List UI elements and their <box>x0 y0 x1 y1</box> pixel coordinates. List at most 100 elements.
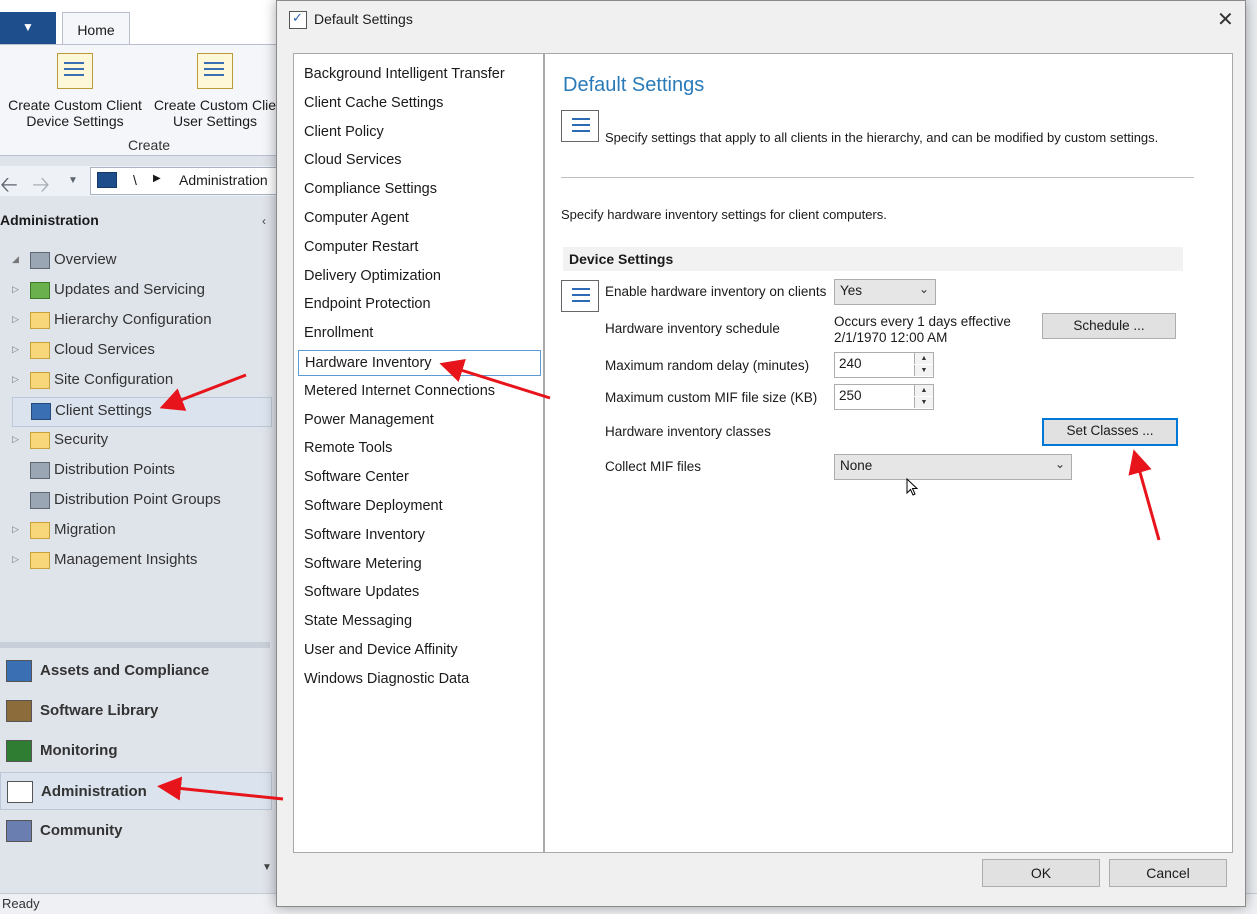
folder-icon <box>30 552 50 569</box>
ribbon: Create Custom Client Device Settings Cre… <box>0 44 290 156</box>
ok-button[interactable]: OK <box>982 859 1100 887</box>
tree-item[interactable]: ▷ Cloud Services <box>12 337 270 365</box>
cancel-button[interactable]: Cancel <box>1109 859 1227 887</box>
workspace-administration[interactable]: Administration <box>0 772 272 810</box>
address-separator: \ <box>133 172 137 188</box>
tree-item[interactable]: ▷ Site Configuration <box>12 367 270 395</box>
workspace-community[interactable]: Community <box>0 812 270 848</box>
administration-icon <box>7 781 33 803</box>
tree-item[interactable]: ▷Distribution Points <box>12 457 270 485</box>
tree-item[interactable]: ▷ Hierarchy Configuration <box>12 307 270 335</box>
set-classes-button[interactable]: Set Classes ... <box>1042 418 1178 446</box>
schedule-button[interactable]: Schedule ... <box>1042 313 1176 339</box>
expand-icon[interactable]: ▷ <box>12 344 19 355</box>
tree-item[interactable]: ◢ Overview <box>12 247 270 275</box>
create-custom-client-device-settings-button[interactable]: Create Custom Client Device Settings <box>2 53 148 129</box>
select-value: Yes <box>840 283 863 298</box>
category-item[interactable]: Software Metering <box>298 552 539 576</box>
back-arrow-icon[interactable]: 🡠 <box>0 168 18 206</box>
category-item[interactable]: Computer Agent <box>298 206 539 230</box>
tab-home[interactable]: Home <box>62 12 130 45</box>
collect-mif-files-label: Collect MIF files <box>605 459 702 474</box>
panel-description: Specify settings that apply to all clien… <box>605 130 1159 145</box>
workspace-label: Software Library <box>40 702 159 719</box>
close-icon[interactable]: ✕ <box>1217 7 1234 32</box>
chevron-right-icon[interactable]: ▶ <box>153 173 161 184</box>
max-random-delay-stepper[interactable]: 240 ▲ ▼ <box>834 352 934 378</box>
category-item[interactable]: Software Center <box>298 465 539 489</box>
workspace-software-library[interactable]: Software Library <box>0 692 270 728</box>
expand-icon[interactable]: ▷ <box>12 314 19 325</box>
category-item[interactable]: Software Deployment <box>298 494 539 518</box>
pane-splitter[interactable] <box>0 642 270 648</box>
category-item[interactable]: Hardware Inventory <box>298 350 541 376</box>
tree-item[interactable]: ▷ Updates and Servicing <box>12 277 270 305</box>
category-item[interactable]: Endpoint Protection <box>298 292 539 316</box>
expanded-icon[interactable]: ◢ <box>12 254 19 265</box>
spin-up-icon[interactable]: ▲ <box>914 353 933 364</box>
spin-up-icon[interactable]: ▲ <box>914 385 933 396</box>
category-item[interactable]: Enrollment <box>298 321 539 345</box>
category-item[interactable]: Metered Internet Connections <box>298 379 539 403</box>
file-menu-button[interactable]: ▼ <box>0 12 56 44</box>
category-item[interactable]: Windows Diagnostic Data <box>298 667 539 691</box>
tree-item[interactable]: ▷ Migration <box>12 517 270 545</box>
overview-icon <box>30 252 50 269</box>
tree-item-label: Cloud Services <box>54 341 155 358</box>
tree-item-label: Management Insights <box>54 551 198 568</box>
collect-mif-files-select[interactable]: None ⌄ <box>834 454 1072 480</box>
category-item[interactable]: Delivery Optimization <box>298 264 539 288</box>
spin-down-icon[interactable]: ▼ <box>914 365 933 376</box>
enable-hardware-inventory-label: Enable hardware inventory on clients <box>605 284 827 299</box>
workspace-assets[interactable]: Assets and Compliance <box>0 652 270 688</box>
expand-icon[interactable]: ▷ <box>12 284 19 295</box>
section-label: Device Settings <box>569 251 674 267</box>
section-header: Device Settings <box>563 247 1183 271</box>
category-item[interactable]: Computer Restart <box>298 235 539 259</box>
workspace-label: Administration <box>41 783 147 800</box>
hardware-inventory-schedule-label: Hardware inventory schedule <box>605 321 780 336</box>
workspace-monitoring[interactable]: Monitoring <box>0 732 270 768</box>
settings-dialog-icon <box>289 10 307 29</box>
category-item[interactable]: Software Updates <box>298 580 539 604</box>
category-item[interactable]: Power Management <box>298 408 539 432</box>
history-dropdown-icon[interactable]: ▼ <box>68 175 78 186</box>
tree-item[interactable]: ▷ Management Insights <box>12 547 270 575</box>
category-item[interactable]: Cloud Services <box>298 148 539 172</box>
community-icon <box>6 820 32 842</box>
panel-title: Default Settings <box>563 74 705 96</box>
max-mif-size-stepper[interactable]: 250 ▲ ▼ <box>834 384 934 410</box>
divider <box>561 177 1194 178</box>
category-item[interactable]: Compliance Settings <box>298 177 539 201</box>
folder-icon <box>30 522 50 539</box>
expand-icon[interactable]: ▷ <box>12 374 19 385</box>
software-library-icon <box>6 700 32 722</box>
category-item[interactable]: Software Inventory <box>298 523 539 547</box>
category-item[interactable]: Client Policy <box>298 120 539 144</box>
hardware-inventory-setting-icon <box>561 280 599 312</box>
category-item[interactable]: User and Device Affinity <box>298 638 539 662</box>
forward-arrow-icon[interactable]: 🡢 <box>32 168 50 206</box>
schedule-line-2: 2/1/1970 12:00 AM <box>834 330 948 345</box>
user-settings-create-icon <box>197 53 233 89</box>
folder-icon <box>30 372 50 389</box>
category-item[interactable]: Client Cache Settings <box>298 91 539 115</box>
expand-icon[interactable]: ▷ <box>12 554 19 565</box>
tree-item[interactable]: ▷ Security <box>12 427 270 455</box>
folder-icon <box>30 432 50 449</box>
category-item[interactable]: State Messaging <box>298 609 539 633</box>
enable-hardware-inventory-select[interactable]: Yes ⌄ <box>834 279 936 305</box>
collapse-pane-icon[interactable]: ‹ <box>262 214 266 228</box>
create-custom-client-user-settings-button[interactable]: Create Custom Clie User Settings <box>152 53 278 129</box>
tree-item[interactable]: ▷Client Settings <box>12 397 272 427</box>
category-item[interactable]: Background Intelligent Transfer <box>298 62 539 86</box>
tree-item[interactable]: ▷Distribution Point Groups <box>12 487 270 515</box>
address-bar[interactable]: \ ▶ Administration <box>90 167 292 195</box>
category-item[interactable]: Remote Tools <box>298 436 539 460</box>
expand-icon[interactable]: ▷ <box>12 434 19 445</box>
more-workspaces-icon[interactable]: ▼ <box>262 862 272 873</box>
spin-down-icon[interactable]: ▼ <box>914 397 933 408</box>
expand-icon[interactable]: ▷ <box>12 524 19 535</box>
computer-icon <box>97 172 117 188</box>
tree-item-label: Client Settings <box>55 402 152 419</box>
